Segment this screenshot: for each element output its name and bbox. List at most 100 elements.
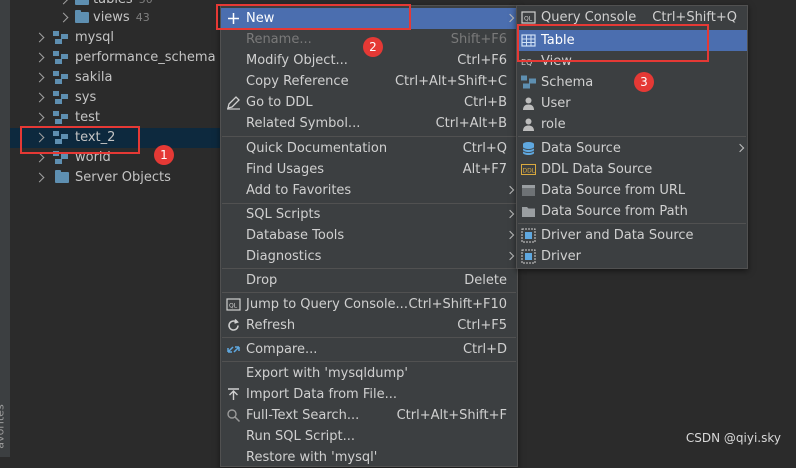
menu-item-full-text-search[interactable]: Full-Text Search... Ctrl+Alt+Shift+F [221, 405, 517, 426]
driver-icon [521, 228, 536, 243]
chevron-right-icon[interactable] [34, 108, 46, 128]
tree-label: sakila [75, 70, 113, 85]
folder-icon [522, 207, 535, 217]
submenu-item-label: role [541, 117, 566, 132]
menu-item-label: Go to DDL [246, 95, 313, 110]
annotation-badge-3: 3 [634, 72, 654, 92]
menu-item-run-sql-script[interactable]: Run SQL Script... [221, 426, 517, 447]
tree-label: mysql [75, 30, 114, 45]
submenu-item-data-source[interactable]: Data Source [517, 138, 747, 159]
database-icon [522, 142, 535, 155]
menu-item-refresh[interactable]: Refresh Ctrl+F5 [221, 315, 517, 336]
folder-icon [75, 0, 89, 5]
menu-item-go-to-ddl[interactable]: Go to DDL Ctrl+B [221, 92, 517, 113]
tree-row-server-objects[interactable]: Server Objects [10, 168, 220, 188]
url-icon [522, 185, 535, 196]
submenu-arrow-icon [505, 185, 515, 195]
menu-item-add-to-favorites[interactable]: Add to Favorites [221, 180, 517, 201]
menu-item-copy-reference[interactable]: Copy Reference Ctrl+Alt+Shift+C [221, 71, 517, 92]
menu-item-label: Compare... [246, 342, 318, 357]
menu-item-related-symbol[interactable]: Related Symbol... Ctrl+Alt+B [221, 113, 517, 134]
menu-item-drop[interactable]: Drop Delete [221, 270, 517, 291]
chevron-right-icon[interactable] [34, 28, 46, 48]
svg-text:QL: QL [229, 303, 238, 310]
search-icon [227, 409, 241, 423]
menu-item-label: Jump to Query Console... [246, 297, 408, 312]
menu-item-import-data[interactable]: Import Data from File... [221, 384, 517, 405]
chevron-right-icon[interactable] [34, 168, 46, 188]
schema-icon [53, 51, 68, 64]
submenu-item-ddl-data-source[interactable]: DDL DDL Data Source [517, 159, 747, 180]
chevron-right-icon[interactable] [34, 48, 46, 68]
tree-row-mysql[interactable]: mysql [10, 28, 220, 48]
submenu-item-schema[interactable]: Schema [517, 72, 747, 93]
menu-item-quick-documentation[interactable]: Quick Documentation Ctrl+Q [221, 138, 517, 159]
menu-item-find-usages[interactable]: Find Usages Alt+F7 [221, 159, 517, 180]
menu-item-label: Find Usages [246, 162, 325, 177]
folder-icon [55, 170, 69, 183]
submenu-arrow-icon [505, 251, 515, 261]
context-menu: New Rename... Shift+F6 Modify Object... … [220, 5, 518, 467]
tree-label: performance_schema [75, 50, 216, 65]
submenu-arrow-icon [735, 143, 745, 153]
annotation-box-1 [20, 126, 140, 154]
menu-item-export-mysqldump[interactable]: Export with 'mysqldump' [221, 363, 517, 384]
compare-icon [227, 346, 240, 353]
ddl-icon: DDL [521, 164, 536, 175]
query-console-icon: QL [226, 298, 241, 311]
menu-item-sql-scripts[interactable]: SQL Scripts [221, 204, 517, 225]
query-console-icon: QL [521, 11, 536, 24]
tree-row-performance-schema[interactable]: performance_schema [10, 48, 220, 68]
menu-item-label: Export with 'mysqldump' [246, 366, 408, 381]
user-icon [523, 97, 534, 110]
tree-row-test[interactable]: test [10, 108, 220, 128]
schema-icon [521, 75, 536, 89]
menu-item-shortcut: Delete [464, 273, 507, 288]
tree-row-views[interactable]: views 43 [10, 8, 220, 28]
submenu-item-label: Driver and Data Source [541, 228, 694, 243]
submenu-item-label: Schema [541, 75, 594, 90]
menu-item-shortcut: Ctrl+F6 [457, 53, 507, 68]
menu-item-label: Copy Reference [246, 74, 349, 89]
chevron-right-icon[interactable] [34, 68, 46, 88]
annotation-box-3 [517, 24, 709, 62]
submenu-item-label: Data Source [541, 141, 621, 156]
menu-item-label: Refresh [246, 318, 296, 333]
menu-item-jump-to-query-console[interactable]: QL Jump to Query Console... Ctrl+Shift+F… [221, 294, 517, 315]
menu-item-restore-mysql[interactable]: Restore with 'mysql' [221, 447, 517, 468]
svg-text:QL: QL [524, 16, 533, 23]
tree-label: Server Objects [75, 170, 171, 185]
submenu-item-role[interactable]: role [517, 114, 747, 135]
tree-label: views [93, 10, 130, 25]
tree-row-sys[interactable]: sys [10, 88, 220, 108]
menu-item-label: Drop [246, 273, 278, 288]
submenu-item-data-source-from-path[interactable]: Data Source from Path [517, 201, 747, 222]
menu-separator [222, 268, 516, 269]
submenu-item-driver[interactable]: Driver [517, 246, 747, 267]
menu-item-label: Quick Documentation [246, 141, 388, 156]
driver-icon [521, 249, 536, 264]
menu-separator [222, 292, 516, 293]
menu-separator [222, 337, 516, 338]
submenu-item-user[interactable]: User [517, 93, 747, 114]
annotation-box-2 [216, 4, 411, 30]
menu-item-label: SQL Scripts [246, 207, 321, 222]
menu-item-shortcut: Ctrl+Alt+Shift+F [396, 408, 507, 423]
chevron-right-icon[interactable] [34, 88, 46, 108]
menu-item-diagnostics[interactable]: Diagnostics [221, 246, 517, 267]
menu-item-shortcut: Ctrl+Q [462, 141, 507, 156]
menu-separator [222, 136, 516, 137]
menu-item-database-tools[interactable]: Database Tools [221, 225, 517, 246]
refresh-icon [228, 318, 239, 331]
chevron-right-icon[interactable] [58, 8, 70, 28]
favorites-strip-label[interactable]: avorites [0, 404, 7, 448]
menu-item-compare[interactable]: Compare... Ctrl+D [221, 339, 517, 360]
pencil-icon [227, 96, 240, 110]
menu-item-label: Related Symbol... [246, 116, 361, 131]
menu-item-shortcut: Ctrl+Shift+F10 [408, 297, 507, 312]
menu-item-label: Modify Object... [246, 53, 348, 68]
submenu-item-data-source-from-url[interactable]: Data Source from URL [517, 180, 747, 201]
tree-row-sakila[interactable]: sakila [10, 68, 220, 88]
submenu-item-driver-and-data-source[interactable]: Driver and Data Source [517, 225, 747, 246]
tree-count: 43 [135, 11, 150, 24]
